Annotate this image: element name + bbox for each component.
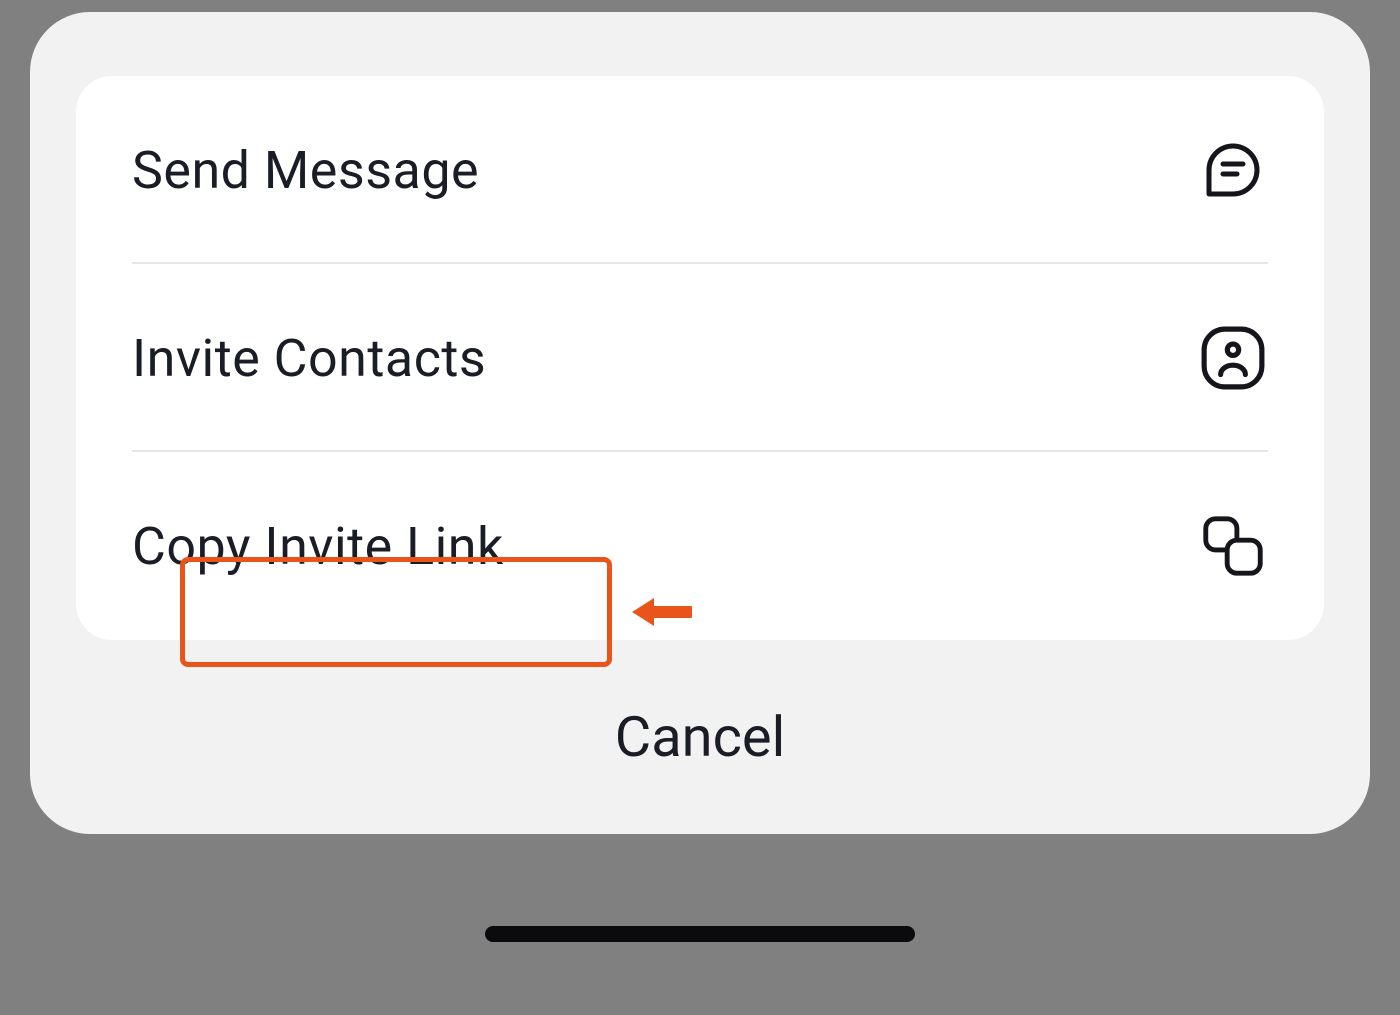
option-invite-contacts[interactable]: Invite Contacts (76, 264, 1324, 452)
action-sheet: Send Message Invite Contacts (30, 12, 1370, 834)
chat-icon (1198, 135, 1268, 205)
option-copy-invite-link[interactable]: Copy Invite Link (76, 452, 1324, 640)
copy-icon (1198, 511, 1268, 581)
cancel-label: Cancel (615, 704, 785, 770)
options-card: Send Message Invite Contacts (76, 76, 1324, 640)
option-label: Send Message (132, 140, 479, 201)
home-indicator (485, 926, 915, 942)
option-send-message[interactable]: Send Message (76, 76, 1324, 264)
option-label: Copy Invite Link (132, 516, 504, 577)
cancel-button[interactable]: Cancel (30, 640, 1370, 834)
person-icon (1198, 323, 1268, 393)
option-label: Invite Contacts (132, 328, 486, 389)
